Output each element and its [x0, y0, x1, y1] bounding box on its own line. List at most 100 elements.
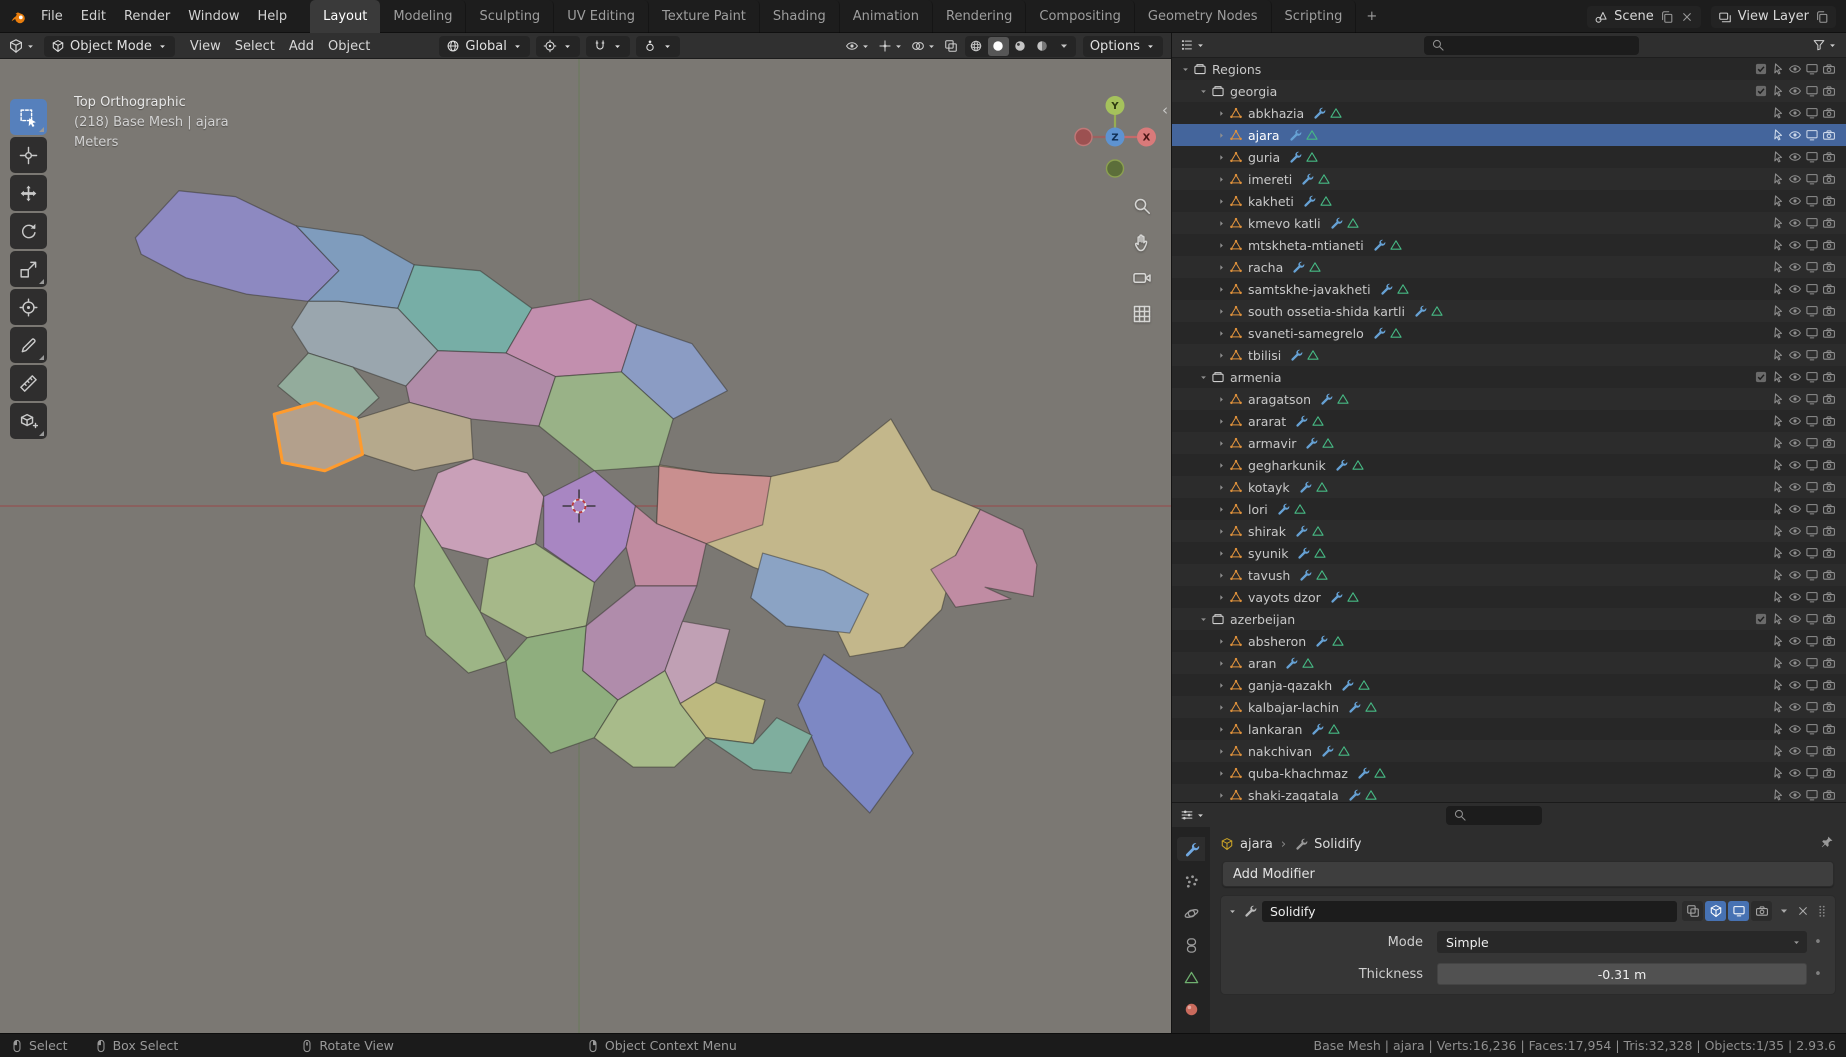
outliner-row-guria[interactable]: guria	[1172, 146, 1846, 168]
disclosure-right-icon[interactable]	[1216, 152, 1227, 163]
selectable-toggle-icon[interactable]	[1771, 502, 1785, 516]
properties-tab-particles[interactable]	[1177, 869, 1205, 893]
pivot-point-dropdown[interactable]	[535, 35, 580, 57]
viewport-menu-view[interactable]: View	[183, 39, 228, 54]
hide-viewport-toggle-icon[interactable]	[1788, 128, 1802, 142]
disable-viewport-toggle-icon[interactable]	[1805, 172, 1819, 186]
gizmos-dropdown[interactable]	[878, 39, 904, 53]
disclosure-right-icon[interactable]	[1216, 306, 1227, 317]
disable-render-toggle-icon[interactable]	[1822, 282, 1836, 296]
modifier-name-field[interactable]: Solidify	[1262, 900, 1677, 922]
hide-viewport-toggle-icon[interactable]	[1788, 348, 1802, 362]
disable-render-toggle-icon[interactable]	[1822, 392, 1836, 406]
disable-render-toggle-icon[interactable]	[1822, 524, 1836, 538]
checkbox-icon[interactable]	[1754, 370, 1768, 384]
outliner-row-racha[interactable]: racha	[1172, 256, 1846, 278]
hide-viewport-toggle-icon[interactable]	[1788, 524, 1802, 538]
tool-rotate[interactable]	[10, 213, 47, 249]
outliner-row-mtskheta-mtianeti[interactable]: mtskheta-mtianeti	[1172, 234, 1846, 256]
disable-viewport-toggle-icon[interactable]	[1805, 546, 1819, 560]
hide-viewport-toggle-icon[interactable]	[1788, 238, 1802, 252]
disable-viewport-toggle-icon[interactable]	[1805, 282, 1819, 296]
disclosure-right-icon[interactable]	[1216, 174, 1227, 185]
outliner-row-shirak[interactable]: shirak	[1172, 520, 1846, 542]
disclosure-right-icon[interactable]	[1216, 262, 1227, 273]
disclosure-right-icon[interactable]	[1216, 482, 1227, 493]
selectable-toggle-icon[interactable]	[1771, 348, 1785, 362]
outliner-row-kakheti[interactable]: kakheti	[1172, 190, 1846, 212]
checkbox-icon[interactable]	[1754, 62, 1768, 76]
selectable-toggle-icon[interactable]	[1771, 172, 1785, 186]
outliner-row-armavir[interactable]: armavir	[1172, 432, 1846, 454]
selectable-toggle-icon[interactable]	[1771, 106, 1785, 120]
outliner-row-georgia[interactable]: georgia	[1172, 80, 1846, 102]
selectable-toggle-icon[interactable]	[1771, 546, 1785, 560]
outliner-row-svaneti-samegrelo[interactable]: svaneti-samegrelo	[1172, 322, 1846, 344]
unlink-scene-icon[interactable]	[1680, 10, 1694, 24]
menu-window[interactable]: Window	[179, 0, 248, 33]
hide-viewport-toggle-icon[interactable]	[1788, 326, 1802, 340]
selectable-toggle-icon[interactable]	[1771, 194, 1785, 208]
disable-render-toggle-icon[interactable]	[1822, 172, 1836, 186]
disclosure-right-icon[interactable]	[1216, 394, 1227, 405]
properties-tab-modifiers[interactable]	[1177, 837, 1205, 861]
disable-viewport-toggle-icon[interactable]	[1805, 106, 1819, 120]
disable-viewport-toggle-icon[interactable]	[1805, 238, 1819, 252]
tab-texture-paint[interactable]: Texture Paint	[649, 0, 760, 33]
selectable-toggle-icon[interactable]	[1771, 62, 1785, 76]
disable-viewport-toggle-icon[interactable]	[1805, 700, 1819, 714]
mode-dropdown[interactable]: Simple	[1437, 931, 1807, 953]
disclosure-right-icon[interactable]	[1216, 504, 1227, 515]
selectable-toggle-icon[interactable]	[1771, 84, 1785, 98]
disable-viewport-toggle-icon[interactable]	[1805, 766, 1819, 780]
hide-viewport-toggle-icon[interactable]	[1788, 700, 1802, 714]
hide-viewport-toggle-icon[interactable]	[1788, 634, 1802, 648]
tool-move[interactable]	[10, 175, 47, 211]
disable-viewport-toggle-icon[interactable]	[1805, 480, 1819, 494]
selectable-toggle-icon[interactable]	[1771, 326, 1785, 340]
selectable-toggle-icon[interactable]	[1771, 128, 1785, 142]
disclosure-right-icon[interactable]	[1216, 548, 1227, 559]
modifier-toggle-render[interactable]	[1751, 901, 1772, 921]
outliner-row-tavush[interactable]: tavush	[1172, 564, 1846, 586]
tool-scale[interactable]	[10, 251, 47, 287]
properties-tab-constraints[interactable]	[1177, 933, 1205, 957]
hide-viewport-toggle-icon[interactable]	[1788, 392, 1802, 406]
camera-view-button[interactable]	[1129, 265, 1155, 291]
disable-render-toggle-icon[interactable]	[1822, 84, 1836, 98]
menu-file[interactable]: File	[32, 0, 72, 33]
disclosure-right-icon[interactable]	[1216, 790, 1227, 801]
disable-render-toggle-icon[interactable]	[1822, 612, 1836, 626]
modifier-extras-icon[interactable]	[1777, 904, 1791, 918]
outliner-row-samtskhe-javakheti[interactable]: samtskhe-javakheti	[1172, 278, 1846, 300]
disable-render-toggle-icon[interactable]	[1822, 436, 1836, 450]
selectable-toggle-icon[interactable]	[1771, 766, 1785, 780]
disable-viewport-toggle-icon[interactable]	[1805, 414, 1819, 428]
disclosure-right-icon[interactable]	[1216, 746, 1227, 757]
properties-tab-physics[interactable]	[1177, 901, 1205, 925]
menu-help[interactable]: Help	[249, 0, 297, 33]
tool-cursor[interactable]	[10, 137, 47, 173]
disclosure-right-icon[interactable]	[1216, 196, 1227, 207]
selectable-toggle-icon[interactable]	[1771, 678, 1785, 692]
modifier-toggle-realtime[interactable]	[1728, 901, 1749, 921]
breadcrumb-modifier[interactable]: Solidify	[1314, 837, 1361, 852]
disable-render-toggle-icon[interactable]	[1822, 766, 1836, 780]
outliner-filter-dropdown[interactable]	[1812, 38, 1838, 52]
options-dropdown[interactable]: Options	[1082, 35, 1163, 57]
tool-transform[interactable]	[10, 289, 47, 325]
perspective-toggle-button[interactable]	[1129, 301, 1155, 327]
outliner-row-syunik[interactable]: syunik	[1172, 542, 1846, 564]
viewport-menu-add[interactable]: Add	[282, 39, 321, 54]
selectable-toggle-icon[interactable]	[1771, 634, 1785, 648]
navigation-gizmo[interactable]: Y X Z	[1071, 93, 1159, 181]
disclosure-right-icon[interactable]	[1216, 658, 1227, 669]
hide-viewport-toggle-icon[interactable]	[1788, 172, 1802, 186]
shading-wireframe-button[interactable]	[966, 37, 987, 56]
disable-render-toggle-icon[interactable]	[1822, 326, 1836, 340]
selectable-toggle-icon[interactable]	[1771, 524, 1785, 538]
disclosure-right-icon[interactable]	[1216, 218, 1227, 229]
disable-viewport-toggle-icon[interactable]	[1805, 392, 1819, 406]
selectable-toggle-icon[interactable]	[1771, 414, 1785, 428]
outliner-row-absheron[interactable]: absheron	[1172, 630, 1846, 652]
